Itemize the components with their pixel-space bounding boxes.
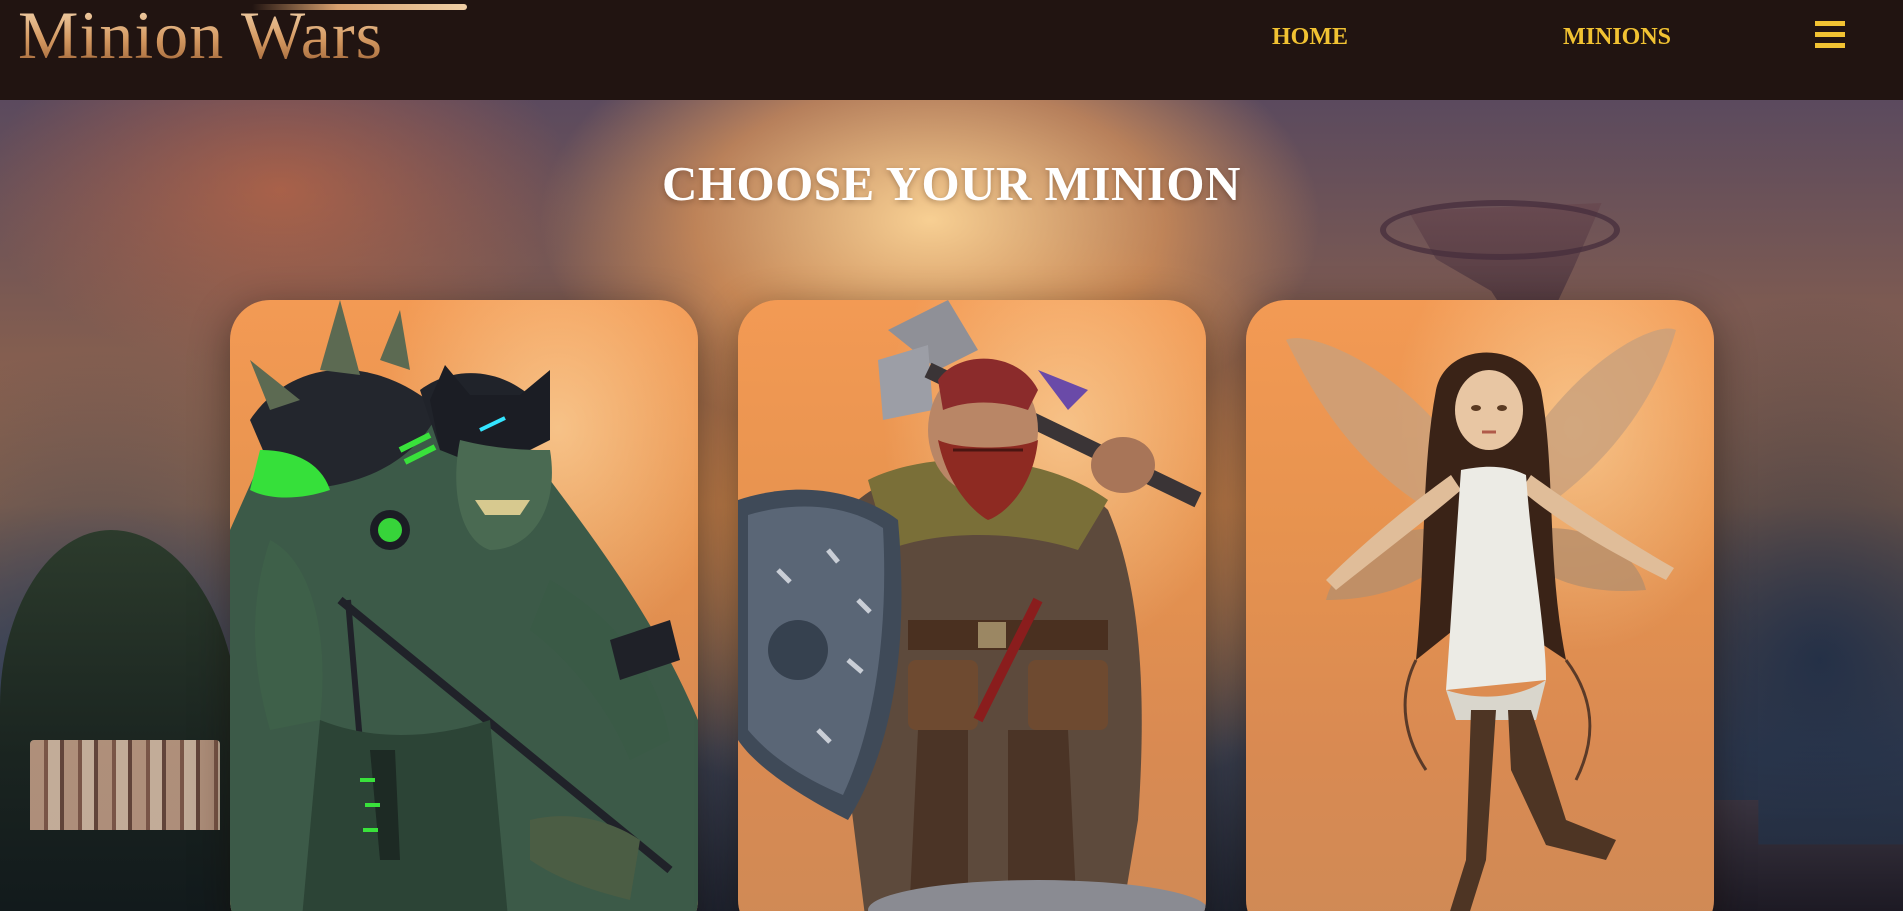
logo-swash [252, 4, 467, 10]
orc-warrior-portrait [230, 300, 698, 911]
minion-card-dwarf[interactable] [738, 300, 1206, 911]
page-title: CHOOSE YOUR MINION [662, 156, 1241, 211]
left-cliff [0, 530, 240, 911]
fairy-portrait [1286, 328, 1676, 911]
hamburger-menu-icon[interactable] [1813, 19, 1847, 51]
minion-card-orc[interactable] [230, 300, 698, 911]
nav-home-link[interactable]: HOME [1272, 20, 1348, 54]
minion-wars-logo[interactable]: Minion Wars [18, 0, 383, 70]
cliff-village [30, 740, 220, 830]
minion-card-fairy[interactable] [1246, 300, 1714, 911]
nav-minions-link[interactable]: MINIONS [1563, 20, 1671, 54]
dwarf-warrior-portrait [738, 300, 1206, 911]
top-navbar: Minion Wars HOME MINIONS [0, 0, 1903, 100]
